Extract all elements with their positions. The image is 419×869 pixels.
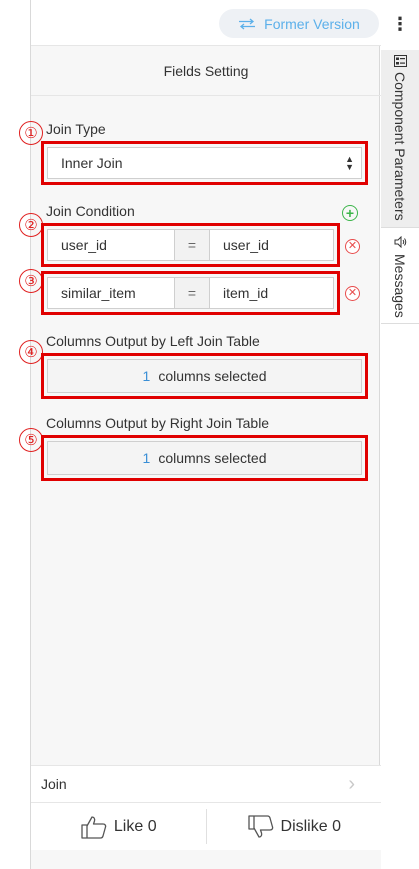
- highlight-box-condition-1: user_id = user_id: [41, 223, 340, 267]
- left-output-label: Columns Output by Left Join Table: [46, 333, 260, 349]
- former-version-label: Former Version: [264, 15, 360, 32]
- switch-arrows-icon: [239, 18, 256, 29]
- annotation-badge-5: ⑤: [19, 428, 43, 452]
- right-output-label: Columns Output by Right Join Table: [46, 415, 270, 431]
- feedback-bar: Like 0 Dislike 0: [31, 802, 381, 850]
- join-condition-label: Join Condition: [46, 203, 135, 219]
- top-bar: Former Version: [31, 0, 381, 46]
- speaker-icon: [394, 236, 407, 248]
- annotation-badge-3: ③: [19, 269, 43, 293]
- remove-condition-icon[interactable]: ✕: [345, 286, 360, 301]
- parameters-icon: [394, 55, 407, 67]
- left-field-input[interactable]: similar_item: [47, 277, 175, 309]
- join-type-select[interactable]: Inner Join ▲ ▼: [47, 147, 362, 179]
- component-name-bar[interactable]: Join ›: [31, 765, 381, 802]
- chevron-right-icon: ›: [348, 773, 355, 795]
- annotation-badge-1: ①: [19, 121, 43, 145]
- left-columns-count: 1: [142, 368, 151, 384]
- left-columns-select-button[interactable]: 1 columns selected: [47, 359, 362, 393]
- footer-spacer: [31, 850, 381, 869]
- highlight-box-right-output: 1 columns selected: [41, 435, 368, 481]
- dislike-button[interactable]: Dislike 0: [207, 803, 382, 850]
- tab-label: Component Parameters: [392, 72, 408, 221]
- more-options-icon[interactable]: ⋮: [381, 10, 419, 38]
- tab-label: Messages: [392, 254, 408, 318]
- equals-operator: =: [175, 277, 209, 309]
- panel-title: Fields Setting: [31, 47, 381, 96]
- dislike-label: Dislike 0: [280, 817, 341, 835]
- like-label: Like 0: [113, 817, 157, 835]
- thumbs-up-icon: [81, 815, 107, 839]
- highlight-box-condition-2: similar_item = item_id: [41, 271, 340, 315]
- equals-operator: =: [175, 229, 209, 261]
- annotation-badge-2: ②: [19, 213, 43, 237]
- right-columns-suffix: columns selected: [158, 450, 267, 466]
- fields-setting-panel: Former Version Fields Setting Join Type …: [19, 0, 381, 869]
- join-type-value: Inner Join: [61, 155, 123, 171]
- right-columns-count: 1: [142, 450, 151, 466]
- right-columns-select-button[interactable]: 1 columns selected: [47, 441, 362, 475]
- highlight-box-join-type: Inner Join ▲ ▼: [41, 141, 368, 185]
- thumbs-down-icon: [247, 814, 273, 838]
- right-field-input[interactable]: item_id: [209, 277, 334, 309]
- former-version-button[interactable]: Former Version: [219, 9, 379, 38]
- component-name: Join: [41, 776, 67, 792]
- right-field-input[interactable]: user_id: [209, 229, 334, 261]
- tab-component-parameters[interactable]: Component Parameters: [381, 50, 419, 228]
- remove-condition-icon[interactable]: ✕: [345, 239, 360, 254]
- tab-messages[interactable]: Messages: [381, 228, 419, 324]
- left-field-input[interactable]: user_id: [47, 229, 175, 261]
- right-rail: ⋮ Component Parameters Messages: [381, 0, 419, 869]
- like-button[interactable]: Like 0: [31, 803, 206, 850]
- join-condition-row: user_id = user_id: [47, 229, 334, 261]
- join-condition-row: similar_item = item_id: [47, 277, 334, 309]
- join-type-label: Join Type: [46, 121, 106, 137]
- highlight-box-left-output: 1 columns selected: [41, 353, 368, 399]
- left-columns-suffix: columns selected: [158, 368, 267, 384]
- add-condition-icon[interactable]: +: [342, 205, 358, 221]
- annotation-badge-4: ④: [19, 340, 43, 364]
- select-arrows-icon: ▲ ▼: [345, 154, 354, 172]
